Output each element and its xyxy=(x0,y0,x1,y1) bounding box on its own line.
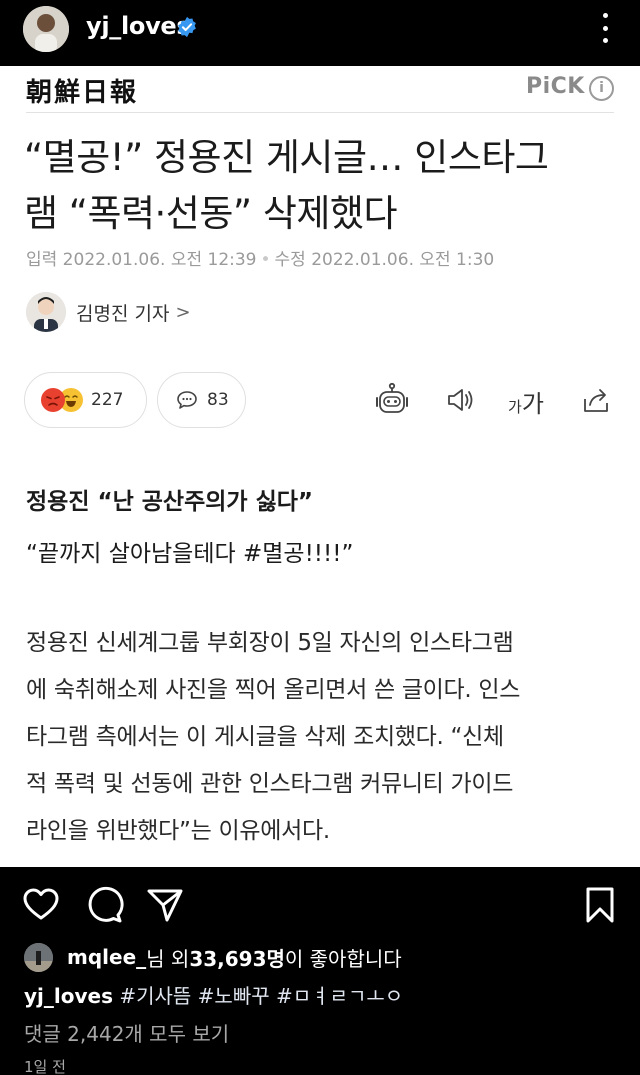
article-subhead: 정용진 “난 공산주의가 싫다” xyxy=(26,489,314,515)
robot-icon[interactable] xyxy=(372,380,412,420)
profile-avatar[interactable] xyxy=(23,6,69,52)
publisher-logo: 朝鮮日報 xyxy=(26,78,139,108)
direct-icon[interactable] xyxy=(145,885,185,925)
liker-username[interactable]: mqlee_ xyxy=(67,945,146,969)
reaction-count: 227 xyxy=(91,390,124,410)
caption-hashtags[interactable]: #기사뜸 #노빠꾸 #ㅁㅕㄹㄱㅗㅇ xyxy=(113,984,403,1008)
post-timestamp: 1일 전 xyxy=(24,1058,66,1075)
comment-icon[interactable] xyxy=(84,885,124,925)
liker-avatar xyxy=(24,942,53,972)
modified-date: 수정 2022.01.06. 오전 1:30 xyxy=(274,250,495,270)
post-actions xyxy=(0,867,640,939)
post-username[interactable]: yj_loves xyxy=(86,12,191,40)
view-all-comments-link[interactable]: 댓글 2,442개 모두 보기 xyxy=(24,1018,229,1047)
caption-username[interactable]: yj_loves xyxy=(24,984,113,1008)
more-icon[interactable] xyxy=(592,10,618,46)
pick-badge: PiCK xyxy=(526,74,585,99)
font-size-small-label: 가 xyxy=(508,398,522,416)
bookmark-icon[interactable] xyxy=(580,885,620,925)
published-date: 입력 2022.01.06. 오전 12:39 xyxy=(26,250,257,270)
verified-icon xyxy=(178,16,196,38)
article-body: 정용진 신세계그룹 부회장이 5일 자신의 인스타그램 에 숙취해소제 사진을 … xyxy=(26,620,618,855)
body-line: 정용진 신세계그룹 부회장이 5일 자신의 인스타그램 xyxy=(26,630,514,656)
headline-line-1: “멸공!” 정용진 게시글… 인스타그 xyxy=(24,136,549,179)
post-header: yj_loves xyxy=(0,0,640,66)
speaker-icon[interactable] xyxy=(440,380,480,420)
font-size-large-label: 가 xyxy=(521,390,544,418)
likes-text: 님 외 xyxy=(146,946,190,971)
date-separator: • xyxy=(260,250,271,270)
body-line: 라인을 위반했다”는 이유에서다. xyxy=(26,818,330,844)
post-caption: yj_loves #기사뜸 #노빠꾸 #ㅁㅕㄹㄱㅗㅇ xyxy=(24,980,403,1009)
likes-summary[interactable]: mqlee_ 님 외 33,693명 이 좋아합니다 xyxy=(24,940,402,974)
angry-emoji-icon xyxy=(41,388,65,412)
article-subhead-quote: “끝까지 살아남을테다 #멸공!!!!” xyxy=(26,541,354,567)
likes-count: 33,693명 xyxy=(189,946,285,971)
heart-icon[interactable] xyxy=(21,885,61,925)
comment-count: 83 xyxy=(207,390,229,410)
likes-text-end: 이 좋아합니다 xyxy=(284,946,402,971)
comments-button[interactable]: 83 xyxy=(157,372,246,428)
divider xyxy=(26,112,614,113)
reporter-avatar xyxy=(26,292,66,332)
article-card: 朝鮮日報 PiCK i “멸공!” 정용진 게시글… 인스타그 램 “폭력·선동… xyxy=(0,66,640,867)
body-line: 에 숙취해소제 사진을 찍어 올리면서 쓴 글이다. 인스 xyxy=(26,677,521,703)
body-line: 타그램 측에서는 이 게시글을 삭제 조치했다. “신체 xyxy=(26,724,504,750)
article-headline: “멸공!” 정용진 게시글… 인스타그 램 “폭력·선동” 삭제했다 xyxy=(24,130,616,242)
font-size-button[interactable]: 가가 xyxy=(508,384,544,419)
article-dates: 입력 2022.01.06. 오전 12:39 • 수정 2022.01.06. 오… xyxy=(26,245,494,270)
share-icon[interactable] xyxy=(576,380,616,420)
reactions-button[interactable]: 227 xyxy=(24,372,147,428)
reporter-byline[interactable]: 김명진 기자 > xyxy=(26,292,191,332)
headline-line-2: 램 “폭력·선동” 삭제했다 xyxy=(24,192,397,235)
body-line: 적 폭력 및 선동에 관한 인스타그램 커뮤니티 가이드 xyxy=(26,771,514,797)
chevron-right-icon: > xyxy=(175,301,191,323)
info-icon[interactable]: i xyxy=(589,76,614,101)
comment-bubble-icon xyxy=(177,391,197,409)
reporter-name: 김명진 기자 xyxy=(76,302,170,325)
